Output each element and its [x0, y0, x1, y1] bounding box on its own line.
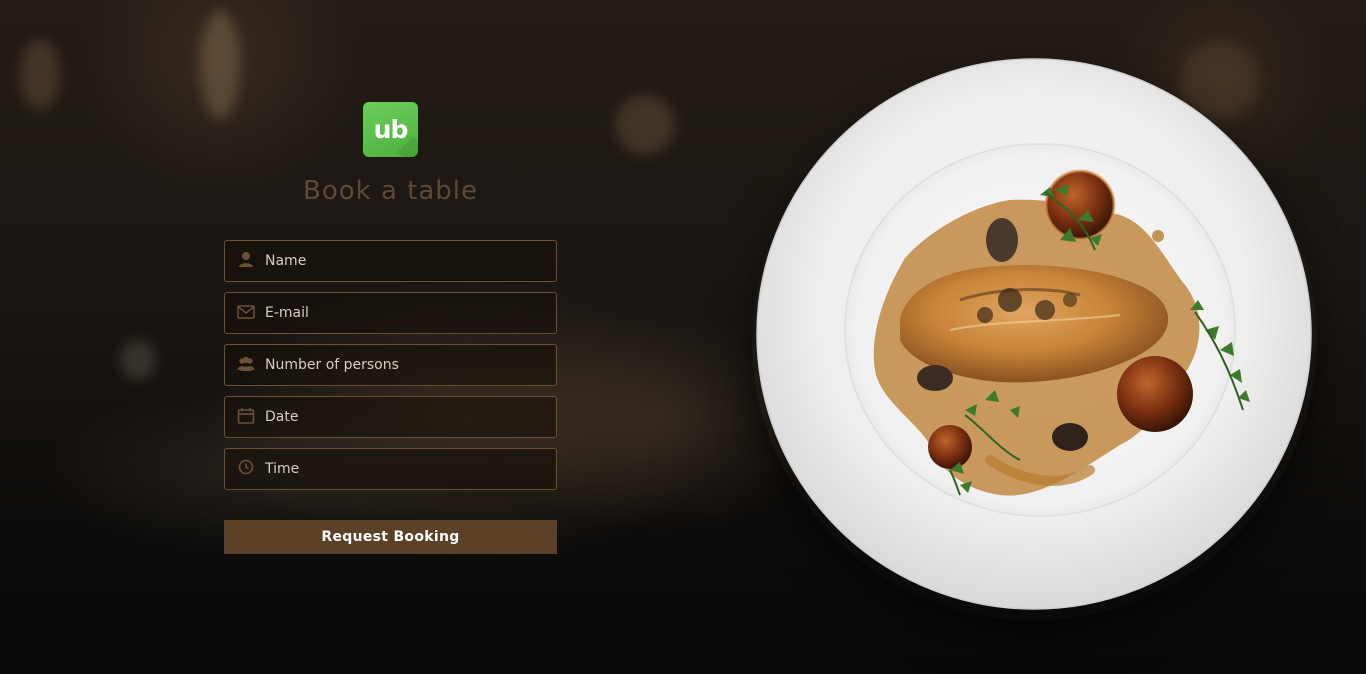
user-icon: [237, 251, 255, 269]
users-icon: [237, 355, 255, 373]
email-input[interactable]: [265, 293, 545, 333]
clock-icon: [237, 459, 255, 477]
booking-page: ub Book a table Name E-mail Number of pe…: [0, 0, 1366, 674]
hero-plate-image: [756, 58, 1312, 610]
date-field: [224, 396, 557, 438]
time-input[interactable]: [265, 449, 545, 489]
envelope-icon: [237, 303, 255, 321]
name-input[interactable]: [265, 241, 545, 281]
persons-input[interactable]: [265, 345, 545, 385]
time-field: [224, 448, 557, 490]
request-booking-button[interactable]: Request Booking: [224, 520, 557, 554]
name-field: [224, 240, 557, 282]
page-title: Book a table: [302, 176, 479, 206]
persons-field: [224, 344, 557, 386]
calendar-icon: [237, 407, 255, 425]
email-field: [224, 292, 557, 334]
brand-logo[interactable]: ub: [363, 102, 418, 157]
date-input[interactable]: [265, 397, 545, 437]
